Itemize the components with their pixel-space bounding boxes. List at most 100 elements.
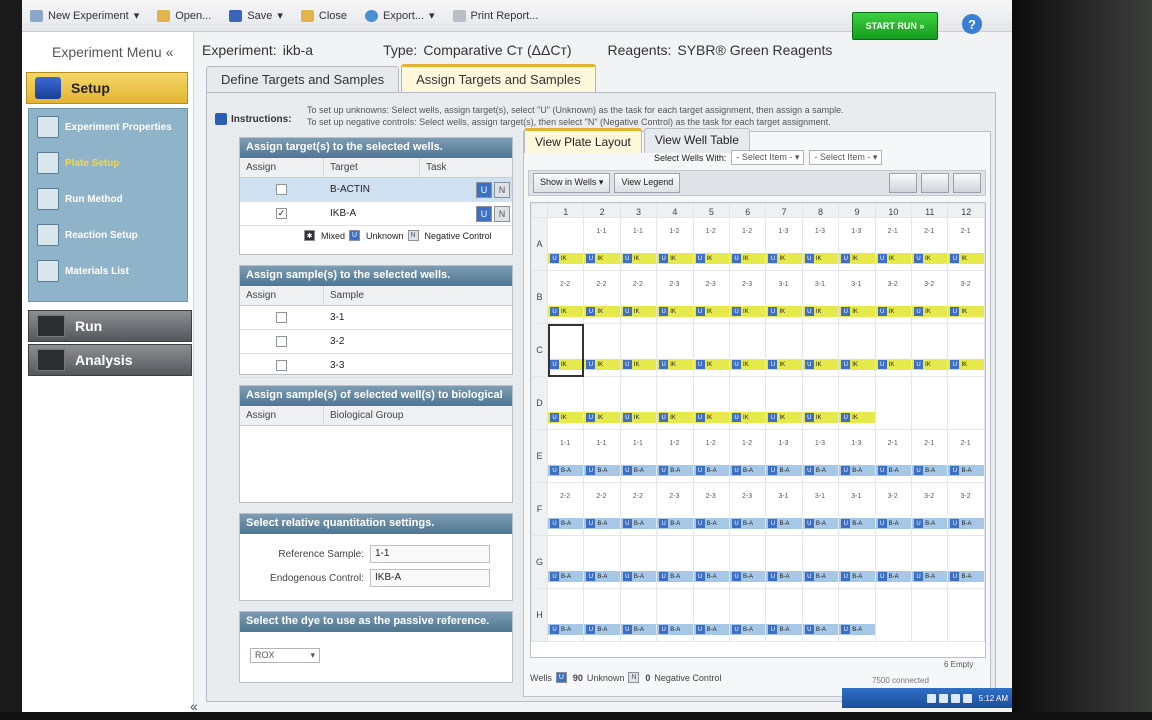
- column-header[interactable]: 1: [546, 203, 585, 218]
- sample-checkbox[interactable]: [276, 360, 287, 371]
- column-header[interactable]: 12: [947, 203, 985, 218]
- plate-well[interactable]: 2-1 U B-A: [874, 429, 913, 483]
- task-negative-button[interactable]: N: [494, 181, 510, 198]
- print-report-button[interactable]: Print Report...: [452, 9, 538, 22]
- sample-row[interactable]: 3-1: [240, 306, 512, 330]
- export-button[interactable]: Export... ▾: [365, 9, 435, 22]
- plate-well[interactable]: U IK: [583, 376, 621, 430]
- row-header[interactable]: B: [531, 270, 548, 324]
- plate-well[interactable]: U IK: [656, 323, 694, 377]
- plate-well[interactable]: U B-A: [801, 535, 840, 589]
- target-row[interactable]: ✓ IKB-A U N: [240, 202, 512, 226]
- setup-item-1[interactable]: Plate Setup: [29, 145, 187, 181]
- tray-icon[interactable]: [962, 693, 972, 703]
- tab-view-plate-layout[interactable]: View Plate Layout: [524, 128, 642, 153]
- plate-well[interactable]: U B-A: [583, 535, 621, 589]
- new-experiment-button[interactable]: New Experiment ▾: [30, 9, 139, 22]
- plate-well[interactable]: [911, 588, 949, 642]
- plate-well[interactable]: U IK: [546, 376, 585, 430]
- tab-define-targets[interactable]: Define Targets and Samples: [206, 66, 400, 92]
- task-unknown-button[interactable]: U: [476, 181, 492, 198]
- plate-well[interactable]: 1-3 U IK: [838, 217, 876, 271]
- plate-well[interactable]: U B-A: [729, 588, 767, 642]
- plate-well[interactable]: U IK: [619, 376, 658, 430]
- show-in-wells-button[interactable]: Show in Wells ▾: [533, 173, 611, 193]
- column-header[interactable]: 11: [911, 203, 949, 218]
- plate-well[interactable]: 3-1 U B-A: [838, 482, 876, 536]
- task-unknown-button[interactable]: U: [476, 205, 492, 222]
- column-header[interactable]: 3: [619, 203, 658, 218]
- collapse-panel-button[interactable]: «: [190, 698, 198, 712]
- plate-well[interactable]: 1-1 U IK: [619, 217, 658, 271]
- plate-well[interactable]: U B-A: [692, 535, 731, 589]
- plate-well[interactable]: 3-2 U B-A: [911, 482, 949, 536]
- plate-well[interactable]: 2-3 U IK: [656, 270, 694, 324]
- plate-well[interactable]: 2-2 U IK: [546, 270, 585, 324]
- row-header[interactable]: C: [531, 323, 548, 377]
- plate-well[interactable]: U IK: [692, 323, 731, 377]
- plate-well[interactable]: [947, 376, 985, 430]
- plate-well[interactable]: U B-A: [947, 535, 985, 589]
- reference-sample-field[interactable]: 1-1: [370, 545, 490, 563]
- plate-well[interactable]: U B-A: [656, 535, 694, 589]
- plate-well[interactable]: 1-3 U IK: [765, 217, 803, 271]
- row-header[interactable]: A: [531, 217, 548, 271]
- sample-row[interactable]: 3-2: [240, 330, 512, 354]
- setup-item-3[interactable]: Reaction Setup: [29, 217, 187, 253]
- target-checkbox[interactable]: ✓: [276, 208, 287, 219]
- plate-well[interactable]: 1-3 U B-A: [838, 429, 876, 483]
- plate-well[interactable]: 2-1 U IK: [911, 217, 949, 271]
- plate-well[interactable]: 3-2 U IK: [947, 270, 985, 324]
- row-header[interactable]: G: [531, 535, 548, 589]
- plate-well[interactable]: 1-2 U IK: [656, 217, 694, 271]
- plate-well[interactable]: U IK: [874, 323, 913, 377]
- plate-well[interactable]: U IK: [656, 376, 694, 430]
- plate-well[interactable]: U IK: [765, 376, 803, 430]
- plate-well[interactable]: U B-A: [765, 535, 803, 589]
- plate-well[interactable]: 2-1 U B-A: [911, 429, 949, 483]
- plate-well[interactable]: U B-A: [619, 588, 658, 642]
- task-negative-button[interactable]: N: [494, 205, 510, 222]
- plate-well[interactable]: 2-3 U B-A: [729, 482, 767, 536]
- plate-well[interactable]: U IK: [729, 376, 767, 430]
- plate-well[interactable]: 1-1 U IK: [583, 217, 621, 271]
- column-header[interactable]: 9: [838, 203, 876, 218]
- plate-well[interactable]: U IK: [765, 323, 803, 377]
- plate-well[interactable]: 3-2 U B-A: [874, 482, 913, 536]
- plate-well[interactable]: U B-A: [619, 535, 658, 589]
- plate-well[interactable]: U B-A: [692, 588, 731, 642]
- column-header[interactable]: 4: [656, 203, 694, 218]
- plate-well[interactable]: 1-2 U IK: [692, 217, 731, 271]
- row-header[interactable]: D: [531, 376, 548, 430]
- plate-well[interactable]: U IK: [838, 376, 876, 430]
- grid-view-icon[interactable]: [889, 173, 917, 193]
- row-header[interactable]: F: [531, 482, 548, 536]
- plate-well[interactable]: U B-A: [546, 535, 585, 589]
- plate-well[interactable]: 1-1 U B-A: [546, 429, 585, 483]
- analysis-nav[interactable]: Analysis: [28, 344, 192, 376]
- sample-checkbox[interactable]: [276, 312, 287, 323]
- plate-well[interactable]: 3-1 U IK: [801, 270, 840, 324]
- select-wells-filter-1[interactable]: - Select Item - ▾: [731, 150, 805, 165]
- plate-well[interactable]: 2-2 U B-A: [546, 482, 585, 536]
- plate-well[interactable]: 1-3 U IK: [801, 217, 840, 271]
- column-header[interactable]: 10: [874, 203, 913, 218]
- tray-icon[interactable]: [926, 693, 936, 703]
- plate-well[interactable]: U IK: [619, 323, 658, 377]
- expand-view-icon[interactable]: [953, 173, 981, 193]
- view-legend-button[interactable]: View Legend: [614, 173, 681, 193]
- plate-well[interactable]: U B-A: [838, 535, 876, 589]
- passive-reference-select[interactable]: ROX ▾: [250, 648, 320, 663]
- plate-well[interactable]: 1-2 U B-A: [656, 429, 694, 483]
- column-header[interactable]: 5: [692, 203, 731, 218]
- tray-icon[interactable]: [938, 693, 948, 703]
- setup-item-4[interactable]: Materials List: [29, 253, 187, 289]
- plate-well[interactable]: U B-A: [546, 588, 585, 642]
- plate-well[interactable]: 3-1 U IK: [838, 270, 876, 324]
- plate-well[interactable]: 2-3 U IK: [692, 270, 731, 324]
- plate-well[interactable]: U IK: [801, 323, 840, 377]
- plate-well[interactable]: U IK: [801, 376, 840, 430]
- plate-well[interactable]: U IK: [729, 323, 767, 377]
- plate-well[interactable]: 2-2 U IK: [583, 270, 621, 324]
- help-icon[interactable]: ?: [962, 14, 982, 34]
